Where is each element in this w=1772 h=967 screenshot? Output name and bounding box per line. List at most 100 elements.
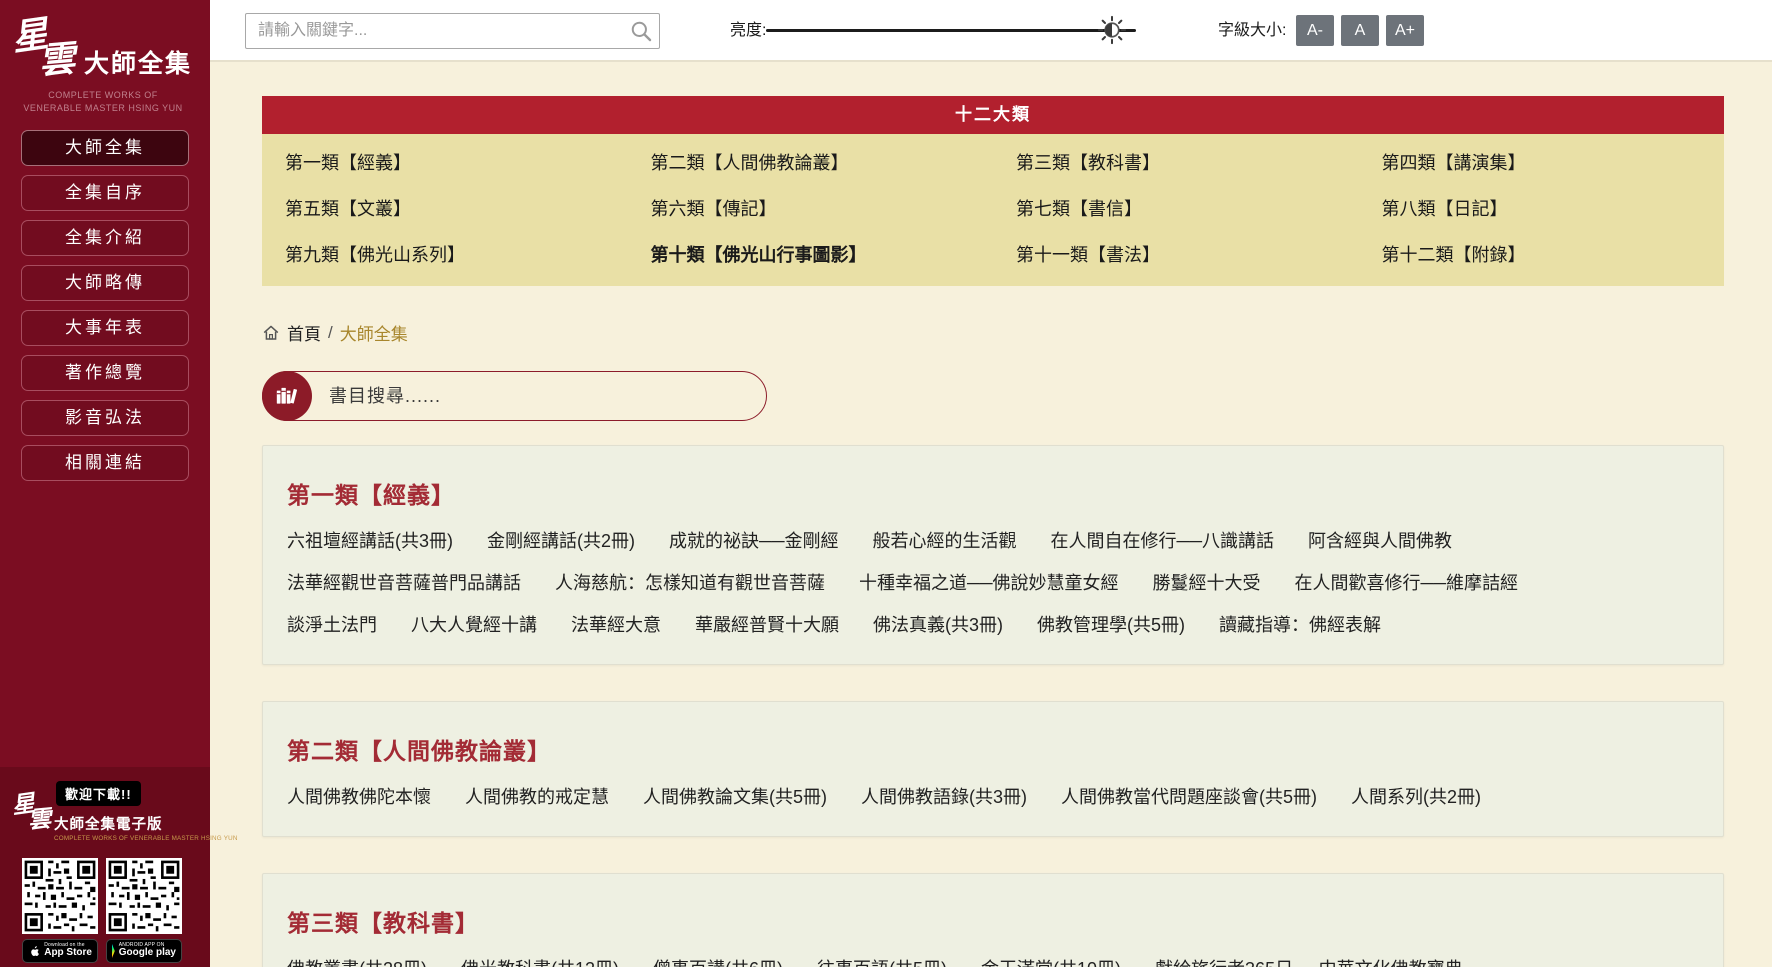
sidebar-nav: 大師全集全集自序全集介紹大師略傳大事年表著作總覽影音弘法相關連結 — [0, 130, 210, 481]
book-link[interactable]: 佛教管理學(共5冊) — [1037, 615, 1185, 635]
category-link[interactable]: 第六類【傳記】 — [628, 186, 994, 232]
book-line: 談淨土法門 八大人覺經十講 法華經大意 華嚴經普賢十大願 佛法真義(共3冊) 佛教管理學(… — [287, 604, 1699, 646]
home-icon[interactable] — [262, 324, 280, 342]
books-icon — [274, 383, 300, 409]
book-link[interactable]: 人間佛教論文集(共5冊) — [643, 787, 827, 807]
book-link[interactable]: 佛教叢書(共28冊) — [287, 959, 427, 967]
book-line: 法華經觀世音菩薩普門品講話 人海慈航：怎樣知道有觀世音菩薩 十種幸福之道──佛說妙慧… — [287, 562, 1699, 604]
sidebar-item-6[interactable]: 著作總覽 — [21, 355, 189, 391]
appstore-badge-line2: App Store — [44, 948, 92, 959]
book-link[interactable]: 談淨土法門 — [287, 615, 377, 635]
section-title: 第二類【人間佛教論叢】 — [287, 732, 1699, 766]
book-link[interactable]: 人間佛教語錄(共3冊) — [861, 787, 1027, 807]
breadcrumb-home[interactable]: 首頁 — [287, 320, 321, 345]
brightness-handle-icon[interactable] — [1097, 15, 1127, 45]
book-link[interactable]: 十種幸福之道──佛說妙慧童女經 — [859, 573, 1119, 593]
search-icon[interactable] — [630, 20, 652, 42]
book-link[interactable]: 華嚴經普賢十大願 — [695, 615, 839, 635]
book-line: 人間佛教佛陀本懷 人間佛教的戒定慧 人間佛教論文集(共5冊) 人間佛教語錄(共3冊) 人… — [287, 776, 1699, 818]
calligraphy-char-2: 雲 — [27, 807, 52, 832]
category-link[interactable]: 第二類【人間佛教論叢】 — [628, 140, 994, 186]
categories-table: 十二大類 第一類【經義】第二類【人間佛教論叢】第三類【教科書】第四類【講演集】第… — [262, 96, 1724, 286]
fontsize-label: 字級大小: — [1218, 0, 1286, 62]
category-link[interactable]: 第九類【佛光山系列】 — [262, 232, 628, 278]
sidebar-item-4[interactable]: 大師略傳 — [21, 265, 189, 301]
categories-table-body: 第一類【經義】第二類【人間佛教論叢】第三類【教科書】第四類【講演集】第五類【文叢… — [262, 134, 1724, 286]
appstore-badge[interactable]: Download on the App Store — [22, 939, 98, 963]
book-link[interactable]: 金玉滿堂(共10冊) — [981, 959, 1121, 967]
category-link[interactable]: 第八類【日記】 — [1359, 186, 1725, 232]
category-link[interactable]: 第十一類【書法】 — [993, 232, 1359, 278]
breadcrumb-separator: / — [328, 323, 333, 343]
book-link[interactable]: 阿含經與人間佛教 — [1308, 531, 1452, 551]
googleplay-badge[interactable]: ANDROID APP ON Google play — [106, 939, 182, 963]
book-link[interactable]: 人間系列(共2冊) — [1351, 787, 1481, 807]
book-link[interactable]: 八大人覺經十講 — [411, 615, 537, 635]
book-link[interactable]: 金剛經講話(共2冊) — [487, 531, 635, 551]
book-line: 六祖壇經講話(共3冊) 金剛經講話(共2冊) 成就的祕訣──金剛經 般若心經的生活觀 在… — [287, 520, 1699, 562]
category-link[interactable]: 第七類【書信】 — [993, 186, 1359, 232]
category-section: 第一類【經義】六祖壇經講話(共3冊)金剛經講話(共2冊)成就的祕訣──金剛經般若… — [262, 445, 1724, 665]
book-search-label: 書目搜尋...... — [329, 372, 441, 420]
book-link[interactable]: 佛法真義(共3冊) — [873, 615, 1003, 635]
book-link[interactable]: 法華經大意 — [571, 615, 661, 635]
font-increase-button[interactable]: A+ — [1386, 15, 1424, 46]
main-content: 十二大類 第一類【經義】第二類【人間佛教論叢】第三類【教科書】第四類【講演集】第… — [210, 64, 1772, 967]
brightness-slider[interactable] — [766, 0, 1136, 62]
breadcrumb: 首頁 / 大師全集 — [262, 320, 1724, 345]
promo-subtitle: COMPLETE WORKS OF VENERABLE MASTER HSING… — [54, 835, 238, 842]
book-link[interactable]: 法華經觀世音菩薩普門品講話 — [287, 573, 521, 593]
categories-table-header: 十二大類 — [262, 96, 1724, 134]
sidebar-item-8[interactable]: 相關連結 — [21, 445, 189, 481]
font-decrease-button[interactable]: A- — [1296, 15, 1334, 46]
keyword-search — [245, 13, 660, 49]
book-link[interactable]: 在人間歡喜修行──維摩詰經 — [1295, 573, 1519, 593]
category-link[interactable]: 第十二類【附錄】 — [1359, 232, 1725, 278]
category-link[interactable]: 第十類【佛光山行事圖影】 — [628, 232, 994, 278]
download-promo: 歡迎下載!! 星雲 大師全集電子版 COMPLETE WORKS OF VENE… — [0, 767, 210, 967]
book-link[interactable]: 勝鬘經十大受 — [1153, 573, 1261, 593]
brightness-label: 亮度: — [730, 0, 766, 62]
category-link[interactable]: 第四類【講演集】 — [1359, 140, 1725, 186]
googleplay-badge-line2: Google play — [119, 948, 176, 959]
promo-title: 大師全集電子版 — [54, 813, 163, 834]
book-link[interactable]: 人間佛教佛陀本懷 — [287, 787, 431, 807]
book-link[interactable]: 讀藏指導：佛經表解 — [1219, 615, 1381, 635]
book-link[interactable]: 獻給旅行者365日──中華文化佛教寶典 — [1155, 959, 1463, 967]
calligraphy-char-2: 雲 — [37, 40, 76, 79]
fontsize-buttons: A-AA+ — [1296, 15, 1424, 46]
sidebar-item-2[interactable]: 全集自序 — [21, 175, 189, 211]
book-link[interactable]: 般若心經的生活觀 — [873, 531, 1017, 551]
font-reset-button[interactable]: A — [1341, 15, 1379, 46]
sidebar-item-1[interactable]: 大師全集 — [21, 130, 189, 166]
search-input[interactable] — [245, 13, 660, 49]
book-link[interactable]: 佛光教科書(共12冊) — [461, 959, 619, 967]
category-sections: 第一類【經義】六祖壇經講話(共3冊)金剛經講話(共2冊)成就的祕訣──金剛經般若… — [262, 445, 1724, 967]
category-section: 第三類【教科書】佛教叢書(共28冊)佛光教科書(共12冊)僧事百講(共6冊)往事… — [262, 873, 1724, 967]
book-link[interactable]: 人間佛教的戒定慧 — [465, 787, 609, 807]
logo-title: 大師全集 — [84, 44, 192, 80]
book-link[interactable]: 人間佛教當代問題座談會(共5冊) — [1061, 787, 1317, 807]
book-line: 佛教叢書(共28冊) 佛光教科書(共12冊) 僧事百講(共6冊) 往事百語(共5冊) 金… — [287, 948, 1699, 967]
qr-code-googleplay — [106, 858, 182, 934]
book-link[interactable]: 成就的祕訣──金剛經 — [669, 531, 839, 551]
topbar: 亮度: 字級大小: A-AA+ — [210, 0, 1772, 62]
category-link[interactable]: 第三類【教科書】 — [993, 140, 1359, 186]
breadcrumb-current[interactable]: 大師全集 — [340, 320, 408, 345]
book-link[interactable]: 六祖壇經講話(共3冊) — [287, 531, 453, 551]
promo-calligraphy: 星雲 — [12, 793, 56, 837]
book-link[interactable]: 人海慈航：怎樣知道有觀世音菩薩 — [555, 573, 825, 593]
book-link[interactable]: 往事百語(共5冊) — [817, 959, 947, 967]
book-link[interactable]: 在人間自在修行──八識講話 — [1051, 531, 1275, 551]
book-search-box[interactable]: 書目搜尋...... — [262, 371, 767, 421]
download-bubble: 歡迎下載!! — [56, 781, 141, 806]
brightness-track — [766, 29, 1136, 32]
sidebar-item-5[interactable]: 大事年表 — [21, 310, 189, 346]
category-link[interactable]: 第五類【文叢】 — [262, 186, 628, 232]
qr-code-appstore — [22, 858, 98, 934]
book-link[interactable]: 僧事百講(共6冊) — [653, 959, 783, 967]
site-logo[interactable]: 星雲 大師全集 COMPLETE WORKS OF VENERABLE MAST… — [0, 0, 210, 120]
category-link[interactable]: 第一類【經義】 — [262, 140, 628, 186]
sidebar-item-3[interactable]: 全集介紹 — [21, 220, 189, 256]
sidebar-item-7[interactable]: 影音弘法 — [21, 400, 189, 436]
